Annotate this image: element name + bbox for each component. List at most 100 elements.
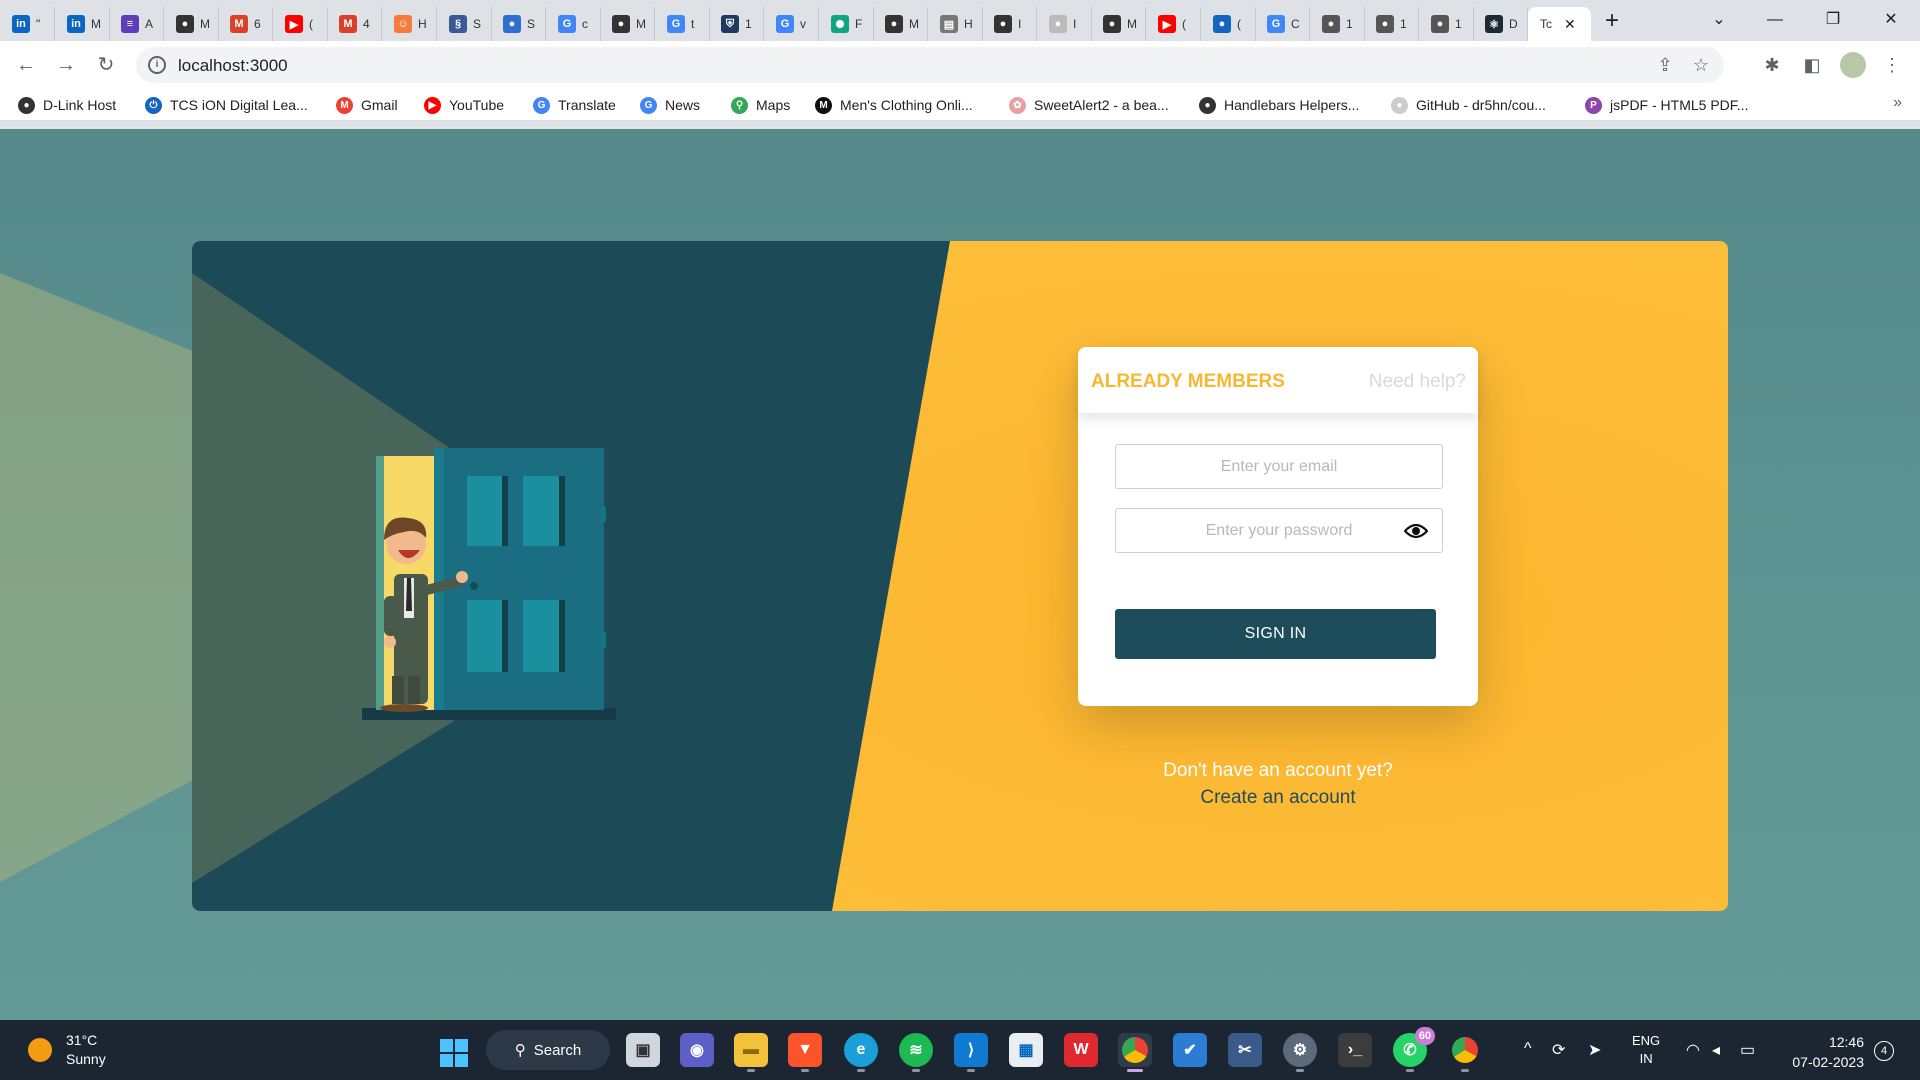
password-field[interactable] (1115, 508, 1443, 553)
chrome-icon[interactable] (1118, 1033, 1152, 1072)
bookmark-item[interactable]: ⏻ TCS iON Digital Lea... (145, 95, 308, 115)
eye-icon[interactable] (1404, 521, 1428, 541)
teams-chat-icon[interactable]: ◉ (680, 1033, 714, 1067)
show-hidden-icons-chevron-icon[interactable]: ^ (1524, 1040, 1532, 1058)
bookmark-item[interactable]: ✿ SweetAlert2 - a bea... (1009, 95, 1169, 115)
sign-in-button[interactable]: SIGN IN (1115, 609, 1436, 659)
browser-tab[interactable]: ⚛ D (1473, 7, 1528, 41)
battery-icon[interactable]: ▭ (1740, 1040, 1755, 1060)
extensions-icon[interactable]: ✱ (1760, 53, 1784, 77)
vscode-icon[interactable]: ⟩ (954, 1033, 988, 1072)
bookmark-star-icon[interactable]: ☆ (1690, 54, 1712, 76)
close-window-button[interactable]: ✕ (1868, 6, 1914, 34)
terminal-icon[interactable]: ›_ (1338, 1033, 1372, 1067)
bookmark-item[interactable]: G News (640, 95, 700, 115)
settings-gear-icon[interactable]: ⚙ (1283, 1033, 1317, 1072)
browser-tab[interactable]: ● M (1091, 7, 1146, 41)
browser-tab[interactable]: Gv (764, 7, 819, 41)
system-clock[interactable]: 12:46 07-02-2023 (1780, 1032, 1864, 1072)
new-tab-button[interactable]: + (1596, 8, 1628, 36)
browser-tab[interactable]: M6 (218, 7, 273, 41)
spotify-icon[interactable]: ≋ (899, 1033, 933, 1072)
file-explorer-icon[interactable]: ▬ (734, 1033, 768, 1072)
address-bar[interactable]: i localhost:3000 ⇪ ☆ (136, 47, 1724, 83)
bookmark-item[interactable]: M Gmail (336, 95, 398, 115)
need-help-link[interactable]: Need help? (1369, 371, 1466, 393)
bookmark-item[interactable]: PjsPDF - HTML5 PDF... (1585, 95, 1748, 115)
menu-icon[interactable]: ⋮ (1880, 53, 1904, 77)
browser-tab[interactable]: ● I (982, 7, 1037, 41)
url-text[interactable]: localhost:3000 (178, 56, 288, 76)
close-tab-icon[interactable]: ✕ (1564, 16, 1576, 33)
sync-icon[interactable]: ⟳ (1552, 1040, 1565, 1060)
browser-tab[interactable]: ✺ F (819, 7, 874, 41)
todo-icon[interactable]: ✔ (1173, 1033, 1207, 1067)
browser-tab[interactable]: in M (55, 7, 110, 41)
side-panel-icon[interactable]: ◧ (1800, 53, 1824, 77)
browser-tab[interactable]: § S (437, 7, 492, 41)
profile-avatar[interactable] (1840, 52, 1866, 78)
volume-icon[interactable]: ◂ (1712, 1040, 1720, 1060)
bookmark-item[interactable]: M Men's Clothing Onli... (815, 95, 973, 115)
bookmark-item[interactable]: G Translate (533, 95, 616, 115)
browser-tab[interactable]: ●( (1201, 7, 1256, 41)
weather-temperature[interactable]: 31°C (66, 1032, 97, 1048)
browser-tab[interactable]: ● M (164, 7, 219, 41)
bookmark-item[interactable]: ● Handlebars Helpers... (1199, 95, 1359, 115)
browser-tab[interactable]: ▶( (273, 7, 328, 41)
notification-count-badge[interactable]: 4 (1874, 1041, 1894, 1061)
browser-tab[interactable]: M4 (327, 7, 382, 41)
windows-start-icon[interactable] (439, 1038, 469, 1068)
browser-tab[interactable]: ● 1 (1419, 7, 1474, 41)
wps-office-icon[interactable]: W (1064, 1033, 1098, 1067)
browser-tab[interactable]: ☺ H (382, 7, 437, 41)
browser-tab[interactable]: in " (0, 7, 55, 41)
browser-tab[interactable]: ● M (873, 7, 928, 41)
tab-search-button[interactable]: ⌄ (1696, 6, 1742, 34)
browser-tab[interactable]: ● I (1037, 7, 1092, 41)
restore-button[interactable]: ❐ (1810, 6, 1856, 34)
browser-tab[interactable]: ▤ H (928, 7, 983, 41)
taskbar-search-button[interactable]: ⚲ Search (486, 1030, 610, 1070)
browser-tab[interactable]: ● S (491, 7, 546, 41)
language-indicator[interactable]: ENG IN (1632, 1032, 1660, 1068)
create-account-link[interactable]: Create an account (1078, 787, 1478, 809)
browser-tab[interactable]: ● 1 (1364, 7, 1419, 41)
wifi-icon[interactable]: ◠ (1686, 1040, 1700, 1060)
email-field[interactable] (1115, 444, 1443, 489)
minimize-button[interactable]: — (1752, 6, 1798, 34)
chrome-profile-icon[interactable] (1448, 1033, 1482, 1072)
location-icon[interactable]: ➤ (1588, 1040, 1601, 1060)
snipping-tool-icon[interactable]: ✂ (1228, 1033, 1262, 1067)
weather-sun-icon[interactable] (28, 1038, 52, 1062)
more-bookmarks-icon[interactable]: » (1893, 94, 1902, 112)
bookmark-item[interactable]: ● GitHub - dr5hn/cou... (1391, 95, 1546, 115)
weather-description[interactable]: Sunny (66, 1051, 106, 1067)
browser-tab[interactable]: Gt (655, 7, 710, 41)
browser-tab[interactable]: ▶( (1146, 7, 1201, 41)
reload-button[interactable]: ↻ (92, 51, 120, 79)
back-button[interactable]: ← (12, 51, 40, 79)
microsoft-store-icon[interactable]: ▦ (1009, 1033, 1043, 1067)
whatsapp-unread-badge: 60 (1415, 1027, 1435, 1045)
browser-tab[interactable]: ● 1 (1310, 7, 1365, 41)
password-input[interactable] (1116, 509, 1442, 552)
edge-browser-icon[interactable]: e (844, 1033, 878, 1072)
browser-tab[interactable]: ≡ A (109, 7, 164, 41)
bookmark-item[interactable]: ⚲ Maps (731, 95, 790, 115)
task-view-icon[interactable]: ▣ (626, 1033, 660, 1067)
email-input[interactable] (1116, 445, 1442, 488)
browser-tab[interactable]: ⛨ 1 (709, 7, 764, 41)
app-icon: § (449, 15, 467, 33)
brave-browser-icon[interactable]: ▼ (788, 1033, 822, 1072)
tab-active[interactable]: Tc ✕ (1528, 7, 1591, 41)
share-icon[interactable]: ⇪ (1654, 54, 1676, 76)
browser-tab[interactable]: ● M (600, 7, 655, 41)
browser-tab[interactable]: GC (1255, 7, 1310, 41)
browser-tab[interactable]: Gc (546, 7, 601, 41)
forward-button[interactable]: → (52, 51, 80, 79)
whatsapp-icon[interactable]: ✆ 60 (1393, 1027, 1435, 1072)
bookmark-item[interactable]: ● D-Link Host (18, 95, 116, 115)
site-info-icon[interactable]: i (148, 56, 166, 74)
bookmark-item[interactable]: ▶ YouTube (424, 95, 504, 115)
